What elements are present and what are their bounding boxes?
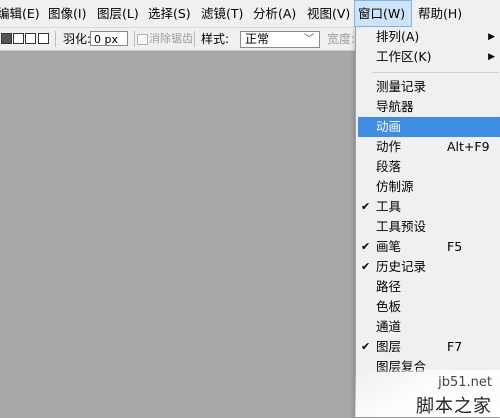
- menu-item-swatches[interactable]: 色板: [358, 297, 500, 317]
- menu-item-shortcut: F5: [447, 239, 463, 254]
- antialias-label: 消除锯齿: [149, 32, 193, 45]
- menu-item-channels[interactable]: 通道: [358, 317, 500, 337]
- menu-edit[interactable]: 编辑(E): [0, 0, 43, 27]
- menu-item-label: 工具: [376, 199, 402, 214]
- checkmark-icon: ✔: [361, 240, 371, 253]
- menu-item-animation[interactable]: 动画: [358, 117, 500, 137]
- menu-item-label: 图层: [376, 339, 402, 354]
- menu-item-shortcut: Alt+F9: [447, 139, 490, 154]
- feather-label: 羽化:: [63, 32, 92, 46]
- menu-item-label: 色板: [376, 299, 402, 314]
- menu-item-measurement-log[interactable]: 测量记录: [358, 77, 500, 97]
- style-select[interactable]: 正常 ﹀: [240, 31, 320, 48]
- menu-item-label: 画笔: [376, 239, 402, 254]
- feather-input[interactable]: 0 px: [90, 31, 128, 46]
- menu-item-label: 段落: [376, 159, 402, 174]
- menu-item-clone-source[interactable]: 仿制源: [358, 177, 500, 197]
- watermark-url: jb51.net: [438, 375, 492, 390]
- menu-item-tool-presets[interactable]: 工具预设: [358, 217, 500, 237]
- menu-item-label: 工作区(K): [376, 49, 432, 64]
- menu-item-navigator[interactable]: 导航器: [358, 97, 500, 117]
- menu-select[interactable]: 选择(S): [145, 0, 194, 27]
- menu-analysis[interactable]: 分析(A): [250, 0, 299, 27]
- watermark-logo-text: 脚本之家: [416, 396, 492, 417]
- submenu-arrow-icon: ▶: [488, 32, 495, 42]
- menu-divider: [372, 72, 499, 73]
- menu-item-label: 通道: [376, 319, 402, 334]
- window-menu-dropdown: 排列(A) ▶ 工作区(K) ▶ 测量记录 导航器 动画 动作 Alt+F9 段…: [355, 27, 500, 417]
- menu-item-paragraph[interactable]: 段落: [358, 157, 500, 177]
- menu-item-actions[interactable]: 动作 Alt+F9: [358, 137, 500, 157]
- menu-item-label: 动画: [376, 119, 402, 134]
- menu-window[interactable]: 窗口(W): [354, 0, 412, 27]
- checkmark-icon: ✔: [361, 200, 371, 213]
- checkmark-icon: ✔: [361, 340, 371, 353]
- menu-item-label: 仿制源: [376, 179, 414, 194]
- width-label: 宽度:: [327, 32, 356, 46]
- options-divider: [134, 31, 135, 47]
- menu-image[interactable]: 图像(I): [45, 0, 89, 27]
- menu-item-arrange[interactable]: 排列(A) ▶: [358, 27, 500, 47]
- new-selection-icon[interactable]: [1, 33, 12, 44]
- menu-item-label: 测量记录: [376, 79, 427, 94]
- menu-item-workspace[interactable]: 工作区(K) ▶: [358, 47, 500, 67]
- menu-item-label: 动作: [376, 139, 402, 154]
- menu-item-tools[interactable]: ✔ 工具: [358, 197, 500, 217]
- menu-item-label: 路径: [376, 279, 402, 294]
- options-divider: [55, 31, 56, 47]
- menu-item-label: 历史记录: [376, 259, 427, 274]
- menu-item-layers[interactable]: ✔ 图层 F7: [358, 337, 500, 357]
- subtract-selection-icon[interactable]: [25, 33, 36, 44]
- options-divider: [194, 31, 195, 47]
- antialias-checkbox[interactable]: [137, 34, 148, 45]
- style-select-value: 正常: [245, 32, 270, 46]
- menu-item-history[interactable]: ✔ 历史记录: [358, 257, 500, 277]
- menu-filter[interactable]: 滤镜(T): [198, 0, 246, 27]
- submenu-arrow-icon: ▶: [488, 52, 495, 62]
- checkmark-icon: ✔: [361, 260, 371, 273]
- chevron-down-icon: ﹀: [304, 34, 314, 45]
- menu-view[interactable]: 视图(V): [304, 0, 353, 27]
- style-label: 样式:: [201, 32, 230, 46]
- menu-item-brushes[interactable]: ✔ 画笔 F5: [358, 237, 500, 257]
- intersect-selection-icon[interactable]: [38, 33, 49, 44]
- menu-item-paths[interactable]: 路径: [358, 277, 500, 297]
- menu-bar: 编辑(E) 图像(I) 图层(L) 选择(S) 滤镜(T) 分析(A) 视图(V…: [0, 0, 500, 28]
- add-selection-icon[interactable]: [13, 33, 24, 44]
- menu-item-label: 工具预设: [376, 219, 427, 234]
- menu-item-label: 排列(A): [376, 29, 420, 44]
- menu-item-label: 导航器: [376, 99, 414, 114]
- menu-help[interactable]: 帮助(H): [415, 0, 465, 27]
- menu-item-shortcut: F7: [447, 339, 463, 354]
- menu-layer[interactable]: 图层(L): [94, 0, 142, 27]
